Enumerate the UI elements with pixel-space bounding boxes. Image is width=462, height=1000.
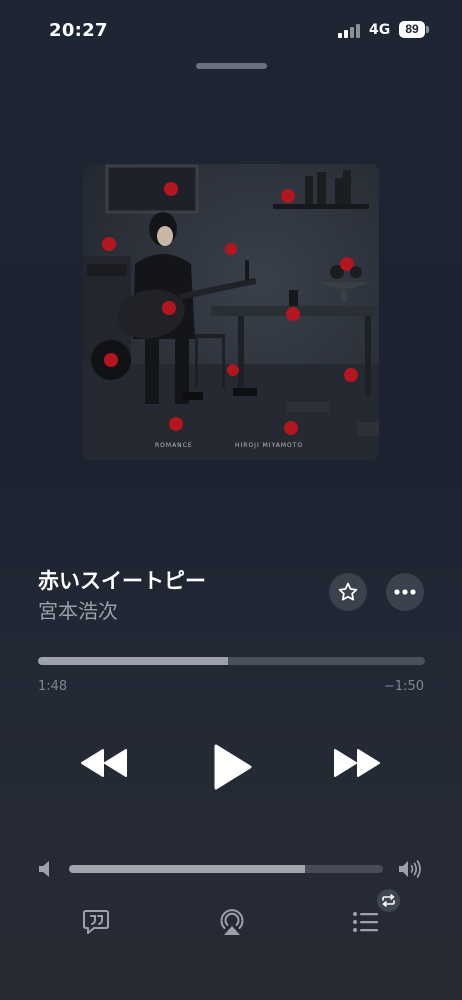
next-track-button[interactable] xyxy=(333,748,381,782)
artist-name[interactable]: 宮本浩次 xyxy=(38,595,118,624)
artwork-illustration xyxy=(83,164,379,460)
lyrics-button[interactable] xyxy=(82,908,110,940)
previous-track-button[interactable] xyxy=(80,748,128,782)
lyrics-quote-icon xyxy=(83,910,109,934)
volume-min-button[interactable] xyxy=(38,860,52,882)
song-title[interactable]: 赤いスイートピー xyxy=(38,565,206,595)
queue-button[interactable] xyxy=(352,910,380,938)
repeat-badge[interactable] xyxy=(377,889,400,912)
play-icon xyxy=(214,744,252,790)
speaker-wave-icon xyxy=(399,860,421,878)
repeat-icon xyxy=(382,894,395,907)
artwork-caption-album: ROMANCE xyxy=(155,442,193,449)
status-time: 20:27 xyxy=(49,20,108,41)
volume-fill xyxy=(69,865,305,873)
fast-forward-icon xyxy=(334,749,380,777)
cellular-signal-icon xyxy=(338,23,362,38)
battery-indicator: 89 xyxy=(399,21,429,38)
favorite-button[interactable] xyxy=(329,573,367,611)
progress-fill xyxy=(38,657,228,665)
rewind-icon xyxy=(81,749,127,777)
star-icon xyxy=(338,582,358,601)
speaker-icon xyxy=(39,861,49,877)
volume-max-button[interactable] xyxy=(398,859,424,883)
ellipsis-icon xyxy=(394,589,416,595)
airplay-icon xyxy=(220,909,244,935)
list-icon xyxy=(353,912,378,932)
play-button[interactable] xyxy=(211,743,253,795)
playback-progress-bar[interactable] xyxy=(38,657,425,665)
artwork-caption-artist: HIROJI MIYAMOTO xyxy=(235,442,304,449)
sheet-grabber[interactable] xyxy=(196,63,267,69)
remaining-time: −1:50 xyxy=(383,679,424,694)
elapsed-time: 1:48 xyxy=(38,679,68,694)
volume-slider[interactable] xyxy=(69,865,383,873)
network-type: 4G xyxy=(369,22,391,38)
airplay-button[interactable] xyxy=(218,907,246,941)
album-artwork: ROMANCE HIROJI MIYAMOTO xyxy=(83,164,379,460)
more-options-button[interactable] xyxy=(386,573,424,611)
battery-level: 89 xyxy=(399,21,425,38)
